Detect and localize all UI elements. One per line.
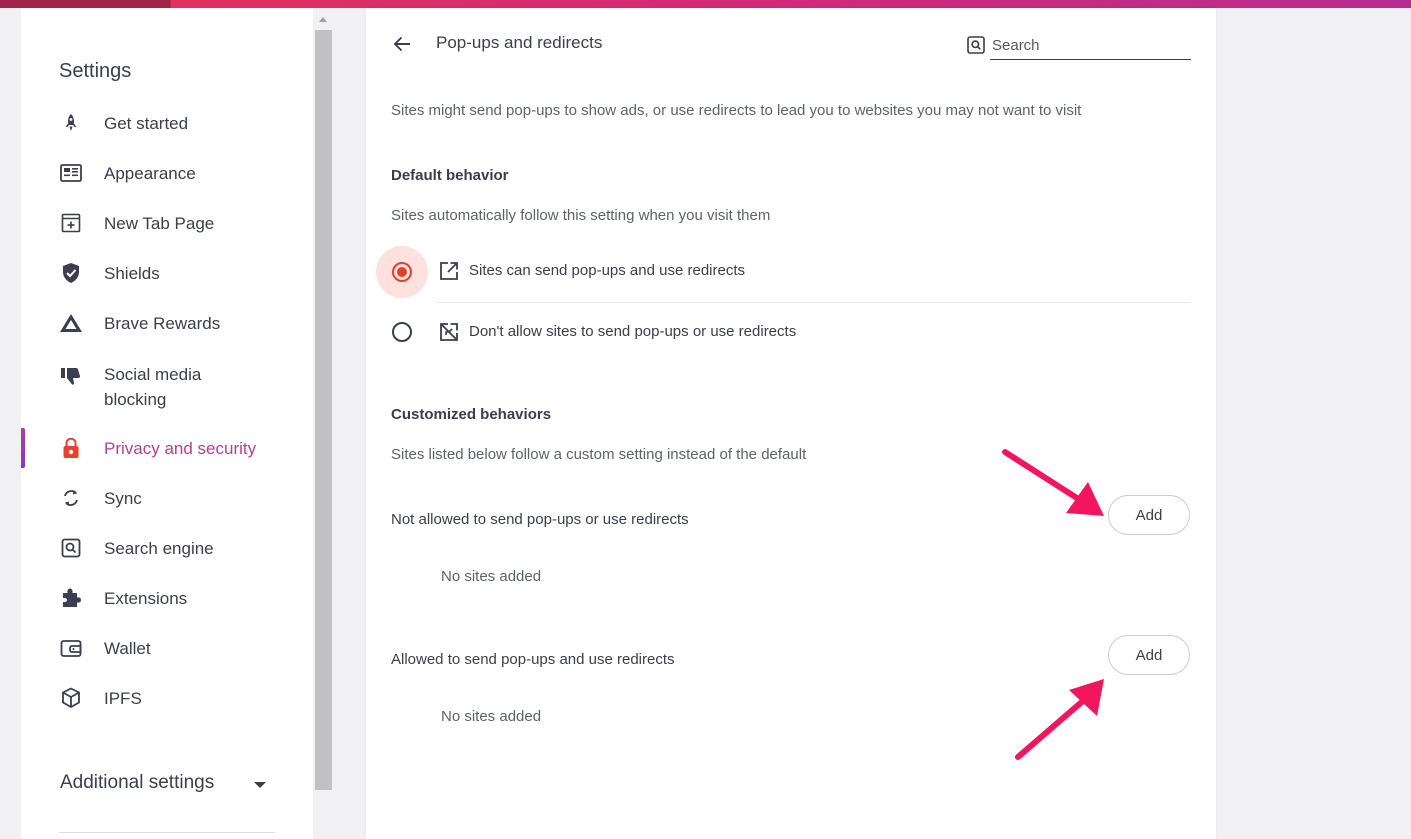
blocked-sites-empty: No sites added: [441, 568, 542, 585]
allowed-sites-label: Allowed to send pop-ups and use redirect…: [391, 651, 675, 668]
sidebar-item-label: Search engine: [104, 538, 214, 558]
sidebar-item-sync[interactable]: Sync: [21, 478, 313, 518]
radio-button-block[interactable]: [392, 322, 412, 342]
sidebar-item-label: Get started: [104, 113, 189, 133]
sidebar-item-label: New Tab Page: [104, 213, 215, 233]
sync-icon: [59, 486, 83, 510]
radio-button-allow[interactable]: [392, 262, 412, 282]
sidebar-item-label: Appearance: [104, 163, 196, 183]
search-field[interactable]: [966, 32, 1191, 60]
default-behavior-heading: Default behavior: [391, 167, 509, 184]
customized-behaviors-subtitle: Sites listed below follow a custom setti…: [391, 446, 807, 463]
settings-sidebar: Settings Get started Appearance New Tab …: [21, 8, 313, 839]
customized-behaviors-heading: Customized behaviors: [391, 406, 552, 423]
sidebar-title: Settings: [59, 60, 132, 82]
sidebar-item-label: Privacy and security: [104, 438, 257, 458]
sidebar-item-shields[interactable]: Shields: [21, 253, 313, 293]
radio-option-block[interactable]: Don't allow sites to send pop-ups or use…: [376, 304, 1191, 362]
caret-down-icon[interactable]: [254, 782, 266, 788]
scroll-up-arrow-icon[interactable]: [319, 17, 327, 22]
radio-label-block: Don't allow sites to send pop-ups or use…: [469, 323, 797, 340]
scrollbar-thumb[interactable]: [315, 30, 332, 790]
thumbs-down-icon: [59, 364, 83, 388]
popups-settings-panel: Pop-ups and redirects Sites might send p…: [366, 8, 1216, 839]
appearance-icon: [59, 161, 83, 185]
rocket-icon: [59, 111, 83, 135]
wallet-icon: [59, 636, 83, 660]
sidebar-item-label: Social media blocking: [104, 365, 202, 409]
allowed-sites-empty: No sites added: [441, 708, 542, 725]
sidebar-divider: [59, 832, 275, 833]
sidebar-item-label: Sync: [104, 488, 142, 508]
search-icon: [59, 536, 83, 560]
shield-icon: [59, 261, 83, 285]
search-icon: [967, 36, 985, 54]
radio-option-allow[interactable]: Sites can send pop-ups and use redirects: [376, 243, 1191, 301]
sidebar-item-label: Shields: [104, 263, 160, 283]
radio-label-allow: Sites can send pop-ups and use redirects: [469, 262, 745, 279]
sidebar-item-label: Extensions: [104, 588, 188, 608]
cube-icon: [59, 686, 83, 710]
open-in-new-icon: [440, 262, 458, 280]
sidebar-item-wallet[interactable]: Wallet: [21, 628, 313, 668]
back-button[interactable]: [390, 32, 414, 56]
add-blocked-site-button[interactable]: Add: [1108, 495, 1190, 535]
option-divider: [436, 302, 1191, 303]
top-gradient-bar: [0, 0, 1411, 8]
sidebar-item-label: IPFS: [104, 688, 142, 708]
additional-settings-toggle[interactable]: Additional settings: [60, 772, 214, 794]
blocked-popup-icon: [440, 323, 458, 341]
lock-icon: [59, 436, 83, 460]
new-tab-icon: [59, 211, 83, 235]
arrow-back-icon: [393, 36, 410, 52]
sidebar-item-brave-rewards[interactable]: Brave Rewards: [21, 303, 313, 343]
default-behavior-subtitle: Sites automatically follow this setting …: [391, 207, 771, 224]
page-description: Sites might send pop-ups to show ads, or…: [391, 102, 1082, 119]
page-title: Pop-ups and redirects: [436, 33, 603, 52]
sidebar-item-get-started[interactable]: Get started: [21, 103, 313, 143]
triangle-icon: [59, 311, 83, 335]
add-allowed-site-button[interactable]: Add: [1108, 635, 1190, 675]
puzzle-icon: [59, 586, 83, 610]
sidebar-item-new-tab-page[interactable]: New Tab Page: [21, 203, 313, 243]
sidebar-item-label: Brave Rewards: [104, 313, 221, 333]
sidebar-item-search-engine[interactable]: Search engine: [21, 528, 313, 568]
sidebar-item-social-media-blocking[interactable]: Social media blocking: [21, 358, 313, 416]
sidebar-item-label: Wallet: [104, 638, 151, 658]
blocked-sites-label: Not allowed to send pop-ups or use redir…: [391, 511, 689, 528]
sidebar-item-ipfs[interactable]: IPFS: [21, 678, 313, 718]
sidebar-item-extensions[interactable]: Extensions: [21, 578, 313, 618]
sidebar-item-privacy-and-security[interactable]: Privacy and security: [21, 428, 313, 468]
search-input[interactable]: [990, 32, 1191, 60]
sidebar-item-appearance[interactable]: Appearance: [21, 153, 313, 193]
